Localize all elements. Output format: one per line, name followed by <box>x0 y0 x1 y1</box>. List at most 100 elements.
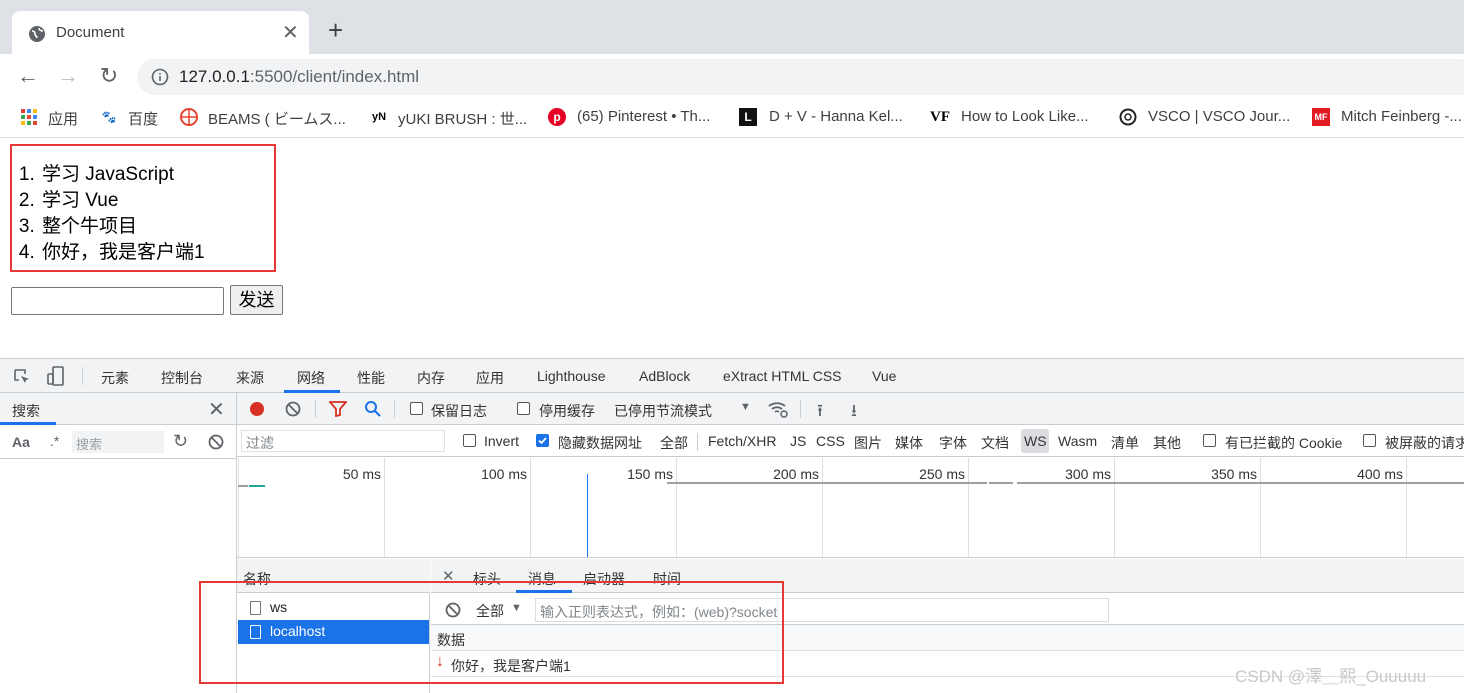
timeline-bar <box>238 485 248 487</box>
search-input[interactable]: 搜索 <box>72 431 164 453</box>
tab-extract-html-css[interactable]: eXtract HTML CSS <box>723 368 842 384</box>
filter-type-media[interactable]: 媒体 <box>895 433 923 453</box>
vsco-icon <box>1119 108 1137 126</box>
bookmark-vsco[interactable]: VSCO | VSCO Jour... <box>1148 108 1290 125</box>
timeline-tick-label: 200 ms <box>773 466 819 482</box>
filter-type-img[interactable]: 图片 <box>854 433 882 453</box>
filter-type-js[interactable]: JS <box>790 433 806 449</box>
filter-type-font[interactable]: 字体 <box>939 433 967 453</box>
record-icon[interactable] <box>249 401 265 417</box>
bookmarks-bar: 应用 🐾 百度 BEAMS ( ビームス... yN yUKI BRUSH : … <box>0 100 1464 138</box>
refresh-icon[interactable]: ↻ <box>173 431 188 452</box>
bookmark-yukibrush[interactable]: yUKI BRUSH : 世... <box>398 108 527 129</box>
bookmark-beams[interactable]: BEAMS ( ビームス... <box>208 108 346 129</box>
todo-item: 学习 Vue <box>40 188 205 214</box>
tab-application[interactable]: 应用 <box>476 368 504 388</box>
search-panel-title[interactable]: 搜索 <box>12 401 40 421</box>
timeline-tick-label: 100 ms <box>481 466 527 482</box>
tab-memory[interactable]: 内存 <box>417 368 445 388</box>
filter-type-all[interactable]: 全部 <box>660 433 688 453</box>
yukibrush-icon: yN <box>371 111 387 123</box>
export-har-icon[interactable]: ⭳ <box>851 398 857 427</box>
preserve-log-checkbox[interactable] <box>410 402 423 415</box>
timeline-tick-label: 50 ms <box>342 466 381 482</box>
filter-type-other[interactable]: 其他 <box>1153 433 1181 453</box>
highlight-box <box>199 581 784 684</box>
back-arrow-icon[interactable]: ← <box>16 64 40 88</box>
vf-icon: VF <box>930 109 950 125</box>
filter-type-css[interactable]: CSS <box>816 433 845 449</box>
disable-cache-checkbox[interactable] <box>517 402 530 415</box>
url-text[interactable]: 127.0.0.1:5500/client/index.html <box>179 67 419 87</box>
search-panel-header: 搜索 ✕ <box>0 393 236 425</box>
tab-close-icon[interactable]: ✕ <box>282 20 299 45</box>
filter-type-doc[interactable]: 文档 <box>981 433 1009 453</box>
l-icon: L <box>739 108 757 126</box>
filter-icon[interactable] <box>329 401 347 417</box>
bookmark-vf[interactable]: How to Look Like... <box>961 108 1089 125</box>
tab-network[interactable]: 网络 <box>297 368 325 388</box>
bookmark-pinterest[interactable]: (65) Pinterest • Th... <box>577 108 710 125</box>
throttling-select[interactable]: 已停用节流模式 <box>614 401 712 421</box>
filter-type-wasm[interactable]: Wasm <box>1058 433 1097 449</box>
network-toolbar: 保留日志 停用缓存 已停用节流模式 ▼ ⭱ ⭳ <box>237 393 1464 425</box>
baidu-icon: 🐾 <box>101 110 117 124</box>
forward-arrow-icon[interactable]: → <box>56 64 80 88</box>
timeline-tick-label: 300 ms <box>1065 466 1111 482</box>
devtools-tabbar: 元素 控制台 来源 网络 性能 内存 应用 Lighthouse AdBlock… <box>0 359 1464 393</box>
tab-lighthouse[interactable]: Lighthouse <box>537 368 606 384</box>
address-bar[interactable]: 127.0.0.1:5500/client/index.html <box>137 59 1464 95</box>
bookmark-apps[interactable]: 应用 <box>48 108 78 129</box>
network-timeline: 50 ms 100 ms 150 ms 200 ms 250 ms 300 ms… <box>237 458 1464 558</box>
timeline-tick-label: 250 ms <box>919 466 965 482</box>
pinterest-icon: p <box>548 108 566 126</box>
divider <box>82 367 83 385</box>
clear-icon[interactable] <box>208 434 224 450</box>
info-icon[interactable] <box>151 68 169 86</box>
watermark: CSDN @澤＿熙_Ouuuuu <box>1235 667 1427 686</box>
bookmark-baidu[interactable]: 百度 <box>128 108 158 129</box>
todo-list: 学习 JavaScript 学习 Vue 整个牛项目 你好，我是客户端1 <box>40 162 205 266</box>
filter-input[interactable]: 过滤 <box>241 430 445 452</box>
blocked-cookies-checkbox[interactable] <box>1203 434 1216 447</box>
hide-data-urls-checkbox[interactable] <box>536 434 549 447</box>
blocked-requests-checkbox[interactable] <box>1363 434 1376 447</box>
invert-checkbox[interactable] <box>463 434 476 447</box>
filter-type-manifest[interactable]: 清单 <box>1111 433 1139 453</box>
search-icon[interactable] <box>364 400 382 418</box>
chevron-down-icon[interactable]: ▼ <box>740 401 751 413</box>
tab-adblock[interactable]: AdBlock <box>639 368 690 384</box>
reload-icon[interactable]: ↻ <box>97 64 121 88</box>
send-button[interactable]: 发送 <box>230 285 283 315</box>
import-har-icon[interactable]: ⭱ <box>817 398 823 427</box>
blocked-requests-label: 被屏蔽的请求 <box>1385 435 1464 451</box>
filter-type-fetch-xhr[interactable]: Fetch/XHR <box>708 433 776 449</box>
message-input[interactable] <box>11 287 224 315</box>
match-case-toggle[interactable]: Aa <box>12 434 30 450</box>
bookmark-dv[interactable]: D + V - Hanna Kel... <box>769 108 903 125</box>
filter-type-ws[interactable]: WS <box>1024 433 1047 449</box>
timeline-bar <box>1017 482 1464 484</box>
preserve-log-label: 保留日志 <box>431 403 487 419</box>
new-tab-icon[interactable]: + <box>328 17 343 43</box>
todo-item: 整个牛项目 <box>40 214 205 240</box>
close-icon[interactable]: ✕ <box>208 397 225 422</box>
tab-vue[interactable]: Vue <box>872 368 896 384</box>
timeline-bar <box>989 482 1013 484</box>
browser-toolbar: ← → ↻ 127.0.0.1:5500/client/index.html <box>0 54 1464 100</box>
bookmark-mf[interactable]: Mitch Feinberg -... <box>1341 108 1462 125</box>
tab-sources[interactable]: 来源 <box>236 368 264 388</box>
clear-log-icon[interactable] <box>285 401 301 417</box>
divider <box>315 400 316 418</box>
browser-tab[interactable]: Document ✕ <box>12 11 309 54</box>
tab-elements[interactable]: 元素 <box>101 368 129 388</box>
tab-performance[interactable]: 性能 <box>357 368 385 388</box>
filter-bar: 过滤 Invert 隐藏数据网址 全部 Fetch/XHR JS CSS 图片 … <box>237 425 1464 457</box>
inspect-element-icon[interactable] <box>13 368 31 386</box>
network-conditions-icon[interactable] <box>767 399 789 419</box>
tab-console[interactable]: 控制台 <box>161 368 203 388</box>
blocked-cookies-label: 有已拦截的 Cookie <box>1225 435 1343 451</box>
regex-toggle[interactable]: .* <box>50 433 59 449</box>
timeline-tick-label: 150 ms <box>627 466 673 482</box>
device-toolbar-icon[interactable] <box>46 366 66 386</box>
